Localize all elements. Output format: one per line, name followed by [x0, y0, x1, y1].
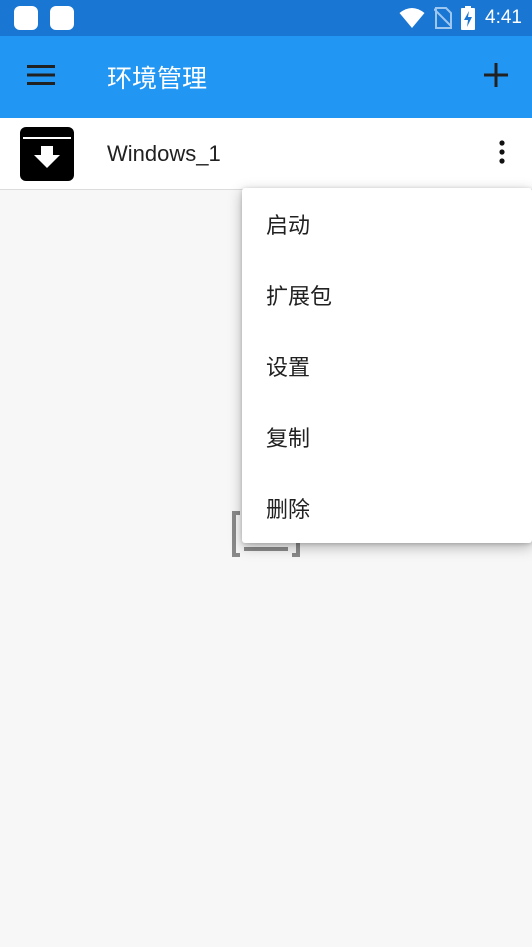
plus-icon: [484, 63, 508, 91]
context-menu: 启动 扩展包 设置 复制 删除: [242, 188, 532, 543]
environment-list-item[interactable]: Windows_1: [0, 118, 532, 190]
menu-item-settings[interactable]: 设置: [242, 330, 532, 401]
menu-item-start[interactable]: 启动: [242, 188, 532, 259]
add-environment-button[interactable]: [460, 36, 532, 118]
environment-name: Windows_1: [107, 140, 221, 166]
status-bar: 4:41: [0, 0, 532, 36]
menu-item-extensions[interactable]: 扩展包: [242, 259, 532, 330]
more-vert-icon: [499, 139, 505, 168]
app-bar: 环境管理: [0, 36, 532, 118]
menu-item-delete[interactable]: 删除: [242, 472, 532, 543]
archive-download-icon: [20, 126, 74, 181]
menu-item-copy[interactable]: 复制: [242, 401, 532, 472]
wifi-icon: [399, 7, 425, 29]
page-title: 环境管理: [107, 64, 208, 93]
more-options-button[interactable]: [472, 118, 532, 190]
app-notification-icon: [50, 6, 74, 30]
hamburger-menu-icon: [27, 65, 55, 89]
no-sim-icon: [434, 7, 453, 29]
app-notification-icon: [14, 6, 38, 30]
navigation-menu-button[interactable]: [0, 36, 82, 118]
battery-charging-icon: [461, 6, 476, 30]
clock: 4:41: [485, 7, 522, 28]
